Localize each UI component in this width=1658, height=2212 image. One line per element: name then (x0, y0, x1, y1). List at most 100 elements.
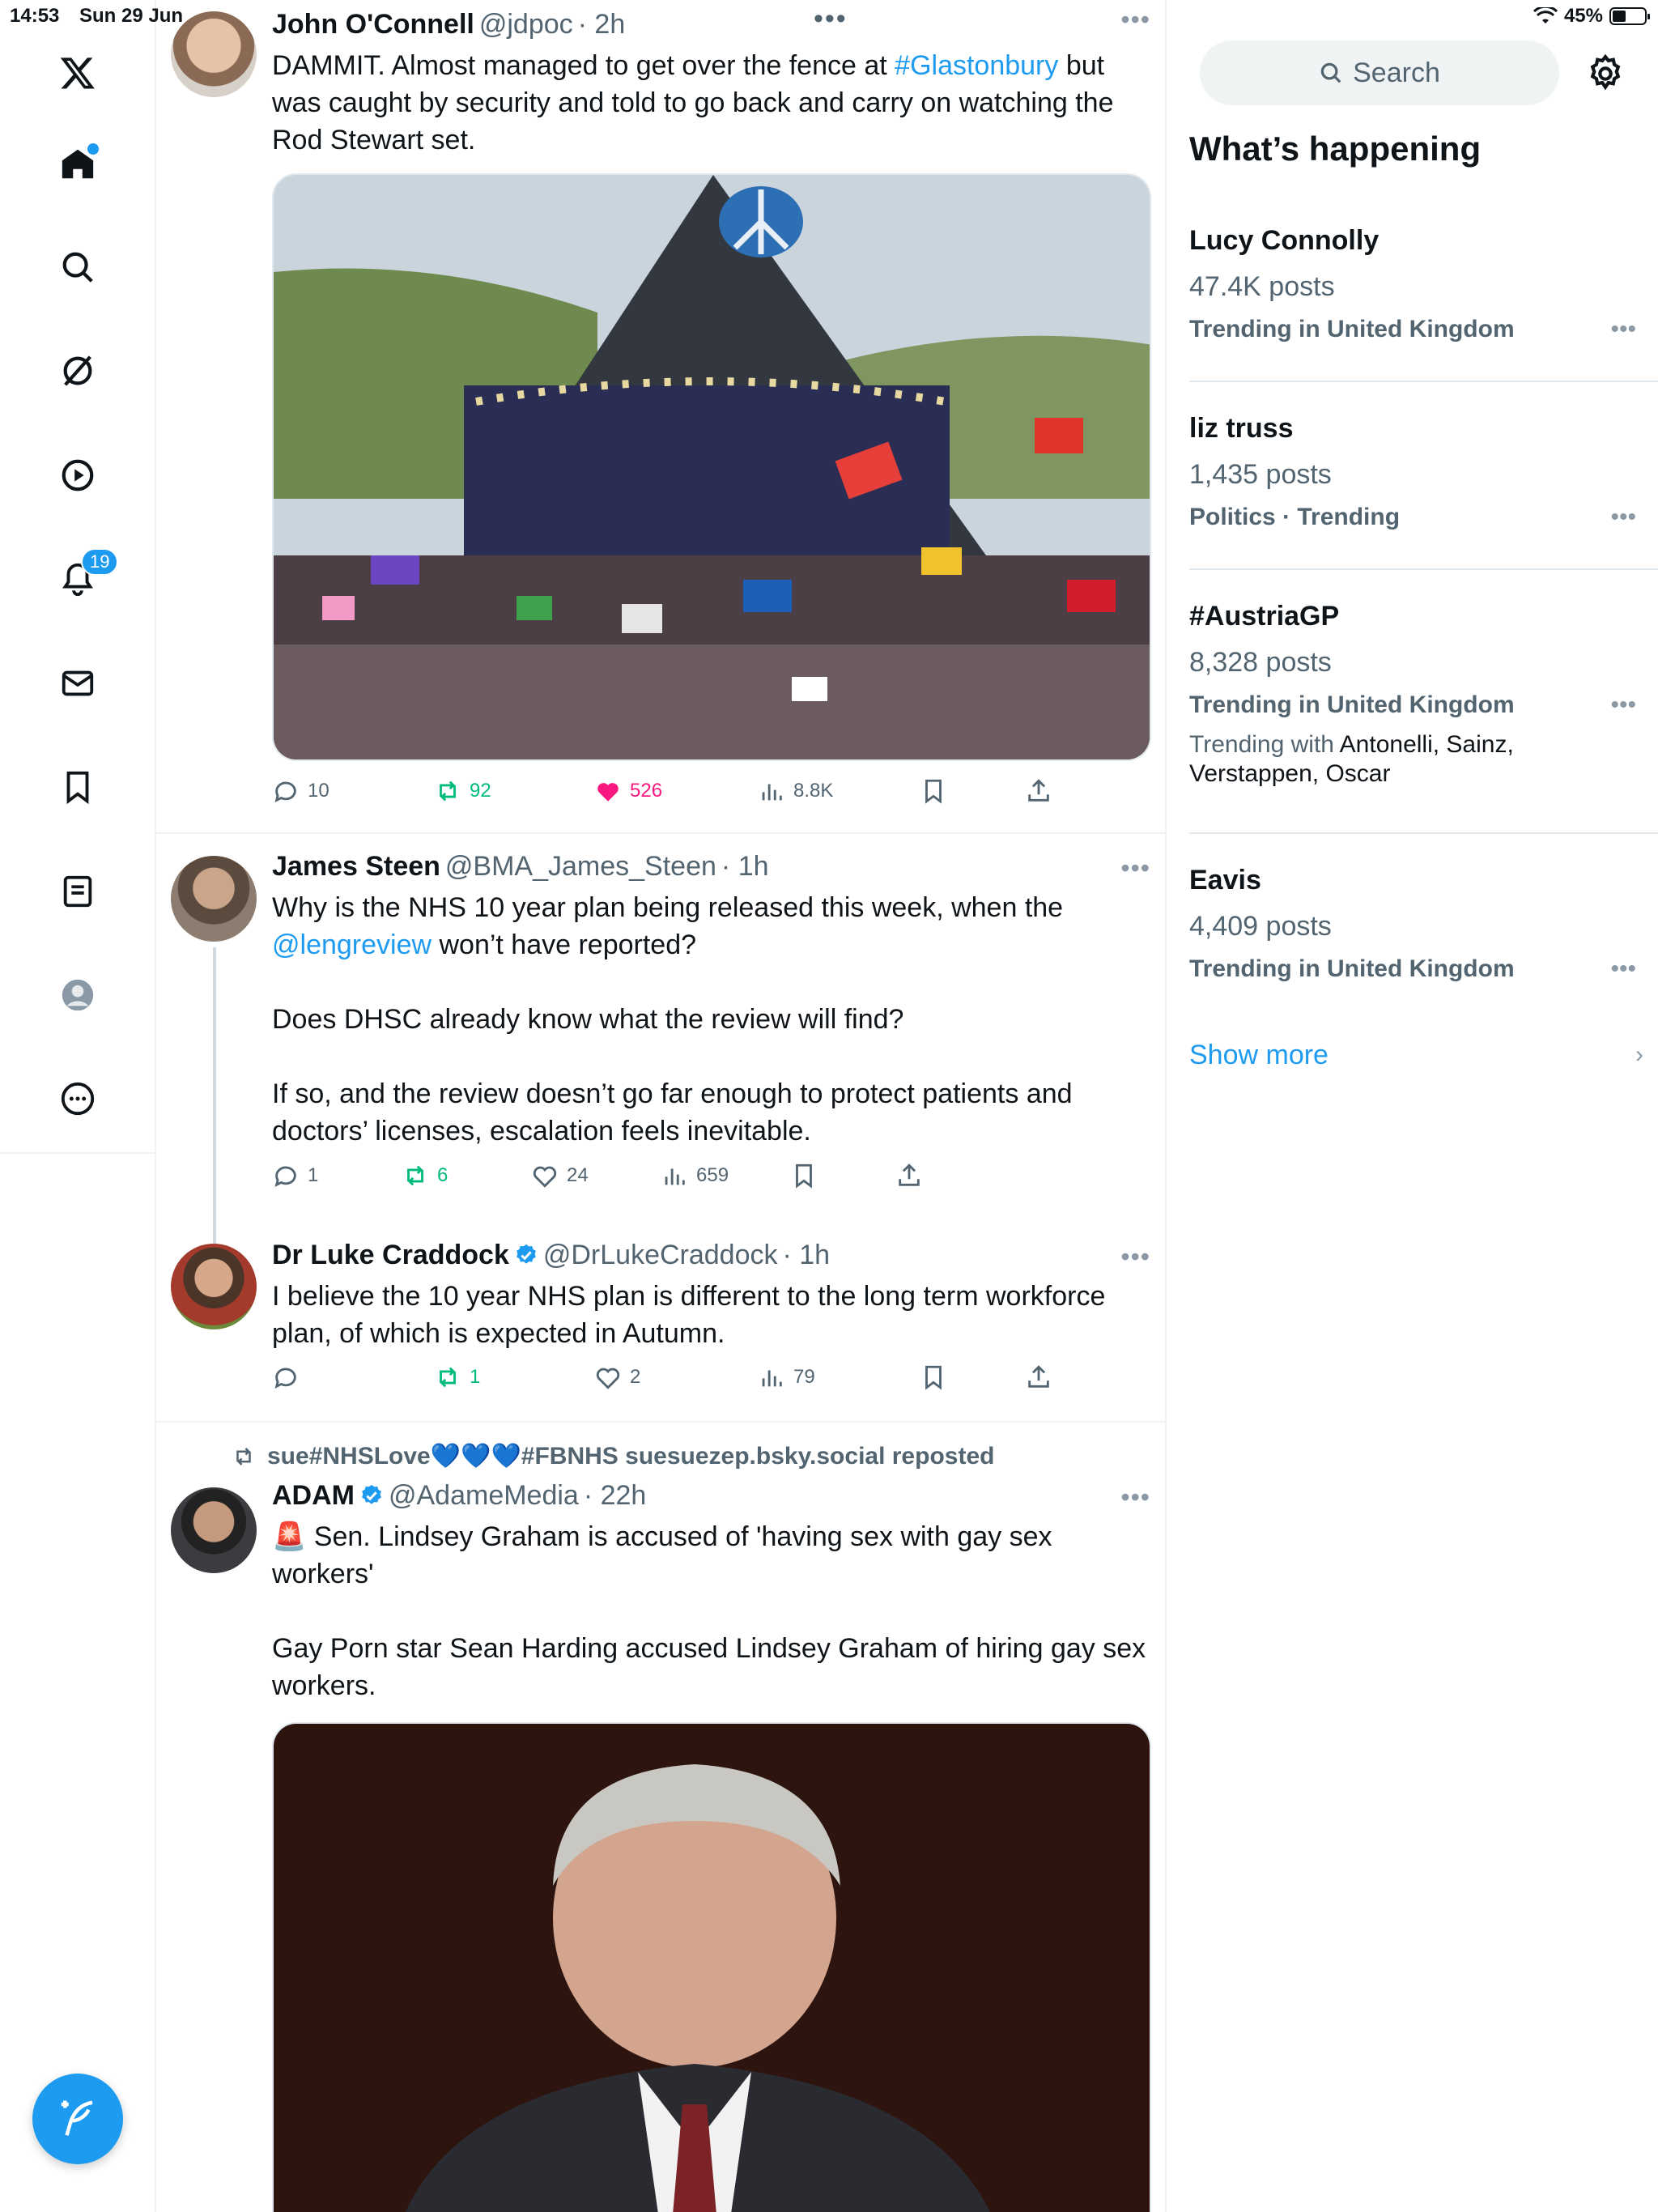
tweet-more-icon[interactable]: ••• (1120, 1242, 1150, 1272)
grok-icon[interactable] (53, 347, 102, 395)
trend-item[interactable]: liz truss 1,435 posts Politics · Trendin… (1189, 413, 1636, 531)
x-logo-icon[interactable] (53, 49, 102, 97)
repost-button[interactable]: 6 (402, 1162, 448, 1189)
profile-icon[interactable] (53, 971, 102, 1019)
tweet-text-part: won’t have reported? (432, 929, 697, 960)
timeline-feed[interactable]: John O'Connell @jdpoc · 2h DAMMIT. Almos… (156, 0, 1167, 2212)
tweet-time[interactable]: · 1h (783, 1240, 831, 1271)
author-handle[interactable]: @BMA_James_Steen (445, 851, 716, 883)
views-button[interactable]: 8.8K (758, 777, 833, 805)
reply-button[interactable]: 1 (272, 1162, 318, 1189)
hashtag-link[interactable]: #Glastonbury (895, 50, 1058, 81)
trend-context: Politics · Trending (1189, 504, 1401, 530)
like-button[interactable]: 526 (594, 777, 662, 805)
reply-count: 10 (308, 780, 329, 802)
tweet-header: ADAM @AdameMedia · 22h (272, 1479, 1148, 1512)
bookmark-button[interactable] (920, 777, 947, 805)
trend-context: Trending in United Kingdom (1189, 316, 1515, 342)
search-input[interactable]: Search (1200, 40, 1559, 105)
bookmark-button[interactable] (790, 1162, 818, 1189)
author-name[interactable]: ADAM (272, 1480, 355, 1512)
repost-icon (407, 1165, 423, 1186)
trend-post-count: 8,328 posts (1189, 647, 1332, 678)
tweet-time[interactable]: · 1h (721, 851, 769, 883)
author-handle[interactable]: @AdameMedia (389, 1480, 579, 1512)
views-count: 659 (696, 1164, 729, 1186)
share-button[interactable] (1025, 777, 1052, 805)
reply-button[interactable]: 10 (272, 777, 329, 805)
trend-post-count: 4,409 posts (1189, 911, 1332, 942)
trend-divider (1189, 568, 1658, 570)
share-button[interactable] (1025, 1363, 1052, 1391)
tweet-actions: 10 92 526 8.8K (272, 777, 1082, 813)
messages-icon[interactable] (53, 659, 102, 708)
reply-icon (274, 1368, 296, 1389)
lists-icon[interactable] (53, 867, 102, 916)
show-more-link[interactable]: Show more (1189, 1040, 1329, 1071)
like-button[interactable]: 2 (594, 1363, 640, 1391)
trend-name: Lucy Connolly (1189, 225, 1380, 256)
bookmark-icon (925, 1365, 942, 1390)
bookmark-icon (796, 1163, 812, 1189)
tweet-time[interactable]: · 22h (584, 1480, 647, 1512)
views-icon (665, 1168, 685, 1185)
trend-more-icon[interactable]: ••• (1610, 316, 1636, 343)
tweet-media-image[interactable] (272, 1722, 1151, 2212)
mention-link[interactable]: @lengreview (272, 929, 432, 960)
author-handle[interactable]: @DrLukeCraddock (543, 1240, 778, 1271)
share-button[interactable] (895, 1162, 923, 1189)
trend-item[interactable]: Eavis 4,409 posts Trending in United Kin… (1189, 865, 1636, 983)
repost-context[interactable]: sue#NHSLove💙💙💙#FBNHS suesuezep.bsky.soci… (232, 1442, 994, 1470)
tweet-text: DAMMIT. Almost managed to get over the f… (272, 47, 1148, 159)
bookmark-icon (925, 779, 942, 804)
trend-divider (1189, 381, 1658, 382)
author-name[interactable]: James Steen (272, 851, 440, 883)
settings-gear-icon[interactable] (1585, 53, 1626, 94)
trend-context: Trending in United Kingdom (1189, 691, 1515, 718)
reply-button[interactable] (272, 1363, 308, 1391)
tweet-more-icon[interactable]: ••• (1120, 853, 1150, 883)
trend-more-icon[interactable]: ••• (1610, 504, 1636, 531)
heart-icon (596, 1368, 620, 1389)
chevron-right-icon[interactable]: › (1635, 1041, 1643, 1069)
repost-count: 6 (437, 1164, 449, 1186)
trend-name: liz truss (1189, 413, 1294, 444)
compose-post-button[interactable] (32, 2074, 123, 2164)
search-placeholder: Search (1353, 57, 1440, 88)
more-icon[interactable] (53, 1074, 102, 1123)
tweet-media-image[interactable] (272, 173, 1151, 761)
reply-count: 1 (308, 1164, 319, 1186)
bookmark-button[interactable] (920, 1363, 947, 1391)
bookmarks-icon[interactable] (53, 763, 102, 811)
trending-with-label: Trending with (1189, 731, 1334, 758)
trend-item[interactable]: Lucy Connolly 47.4K posts Trending in Un… (1189, 225, 1636, 343)
home-icon[interactable] (53, 140, 102, 189)
avatar[interactable] (171, 856, 257, 942)
trend-more-icon[interactable]: ••• (1610, 691, 1636, 719)
repost-icon (236, 1447, 251, 1465)
repost-button[interactable]: 92 (434, 777, 491, 805)
search-icon[interactable] (53, 243, 102, 291)
notifications-icon[interactable]: 19 (53, 548, 119, 603)
repost-button[interactable]: 1 (434, 1363, 480, 1391)
trend-item[interactable]: #AustriaGP 8,328 posts Trending in Unite… (1189, 601, 1636, 789)
views-icon (762, 784, 782, 801)
verified-badge-icon (516, 1244, 536, 1264)
views-button[interactable]: 659 (661, 1162, 729, 1189)
tweet-actions: 1 2 79 (272, 1363, 1082, 1399)
glastonbury-pyramid-stage-photo (274, 175, 1150, 759)
battery-icon (1609, 7, 1650, 25)
avatar[interactable] (171, 1244, 257, 1329)
like-button[interactable]: 24 (531, 1162, 589, 1189)
avatar[interactable] (171, 1487, 257, 1573)
tweet-more-icon[interactable]: ••• (1120, 1482, 1150, 1512)
views-button[interactable]: 79 (758, 1363, 815, 1391)
author-name[interactable]: Dr Luke Craddock (272, 1240, 509, 1271)
search-icon (1320, 62, 1341, 83)
repost-context-label: sue#NHSLove💙💙💙#FBNHS suesuezep.bsky.soci… (267, 1443, 995, 1470)
trend-more-icon[interactable]: ••• (1610, 955, 1636, 983)
repost-count: 1 (470, 1366, 481, 1388)
tweet-header: Dr Luke Craddock @DrLukeCraddock · 1h (272, 1239, 1148, 1271)
video-icon[interactable] (53, 451, 102, 500)
trending-with: Trending with Antonelli, Sainz, Verstapp… (1189, 730, 1545, 789)
